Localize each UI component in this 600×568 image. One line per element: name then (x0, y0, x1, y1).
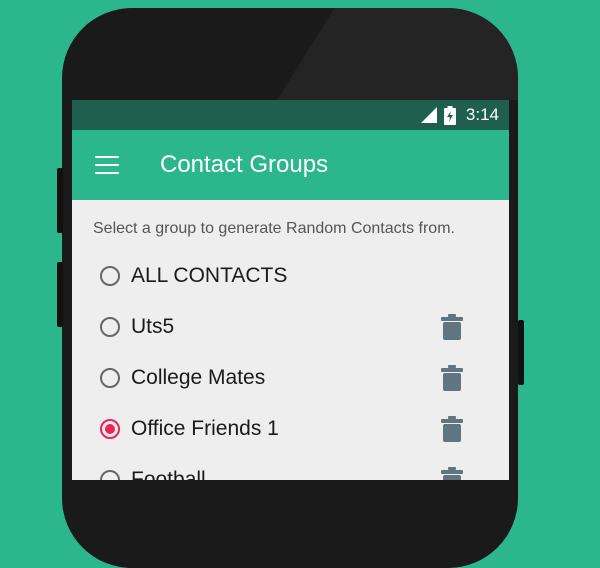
app-title: Contact Groups (160, 151, 329, 178)
group-row-college-mates[interactable]: College Mates (72, 352, 509, 403)
group-row-uts5[interactable]: Uts5 (72, 301, 509, 352)
status-bar: 3:14 (72, 100, 509, 130)
battery-charging-icon (443, 105, 456, 125)
group-label: ALL CONTACTS (131, 263, 288, 287)
signal-icon (420, 107, 437, 123)
radio-button[interactable] (100, 469, 120, 480)
radio-button[interactable] (100, 265, 120, 286)
group-list: ALL CONTACTS Uts5 College Mates Office F… (72, 250, 509, 480)
trash-icon[interactable] (441, 364, 463, 391)
instruction-text: Select a group to generate Random Contac… (93, 220, 455, 237)
phone-screen: 3:14 Contact Groups Select a group to ge… (72, 100, 509, 480)
radio-button[interactable] (100, 316, 120, 337)
trash-icon[interactable] (441, 313, 463, 340)
hamburger-menu-icon[interactable] (95, 156, 119, 174)
group-label: College Mates (131, 365, 266, 389)
radio-dot (105, 423, 115, 434)
trash-icon[interactable] (441, 415, 463, 442)
group-label: Football (131, 467, 206, 481)
group-row-football[interactable]: Football (72, 454, 509, 480)
volume-up-button (57, 168, 63, 233)
radio-button-selected[interactable] (100, 418, 120, 439)
group-label: Office Friends 1 (131, 416, 279, 440)
radio-button[interactable] (100, 367, 120, 388)
volume-down-button (57, 262, 63, 327)
app-bar: Contact Groups (72, 130, 509, 200)
group-label: Uts5 (131, 314, 175, 338)
trash-icon[interactable] (441, 466, 463, 481)
group-row-office-friends-1[interactable]: Office Friends 1 (72, 403, 509, 454)
group-row-all-contacts[interactable]: ALL CONTACTS (72, 250, 509, 301)
power-button (518, 320, 524, 385)
status-time: 3:14 (465, 105, 499, 124)
